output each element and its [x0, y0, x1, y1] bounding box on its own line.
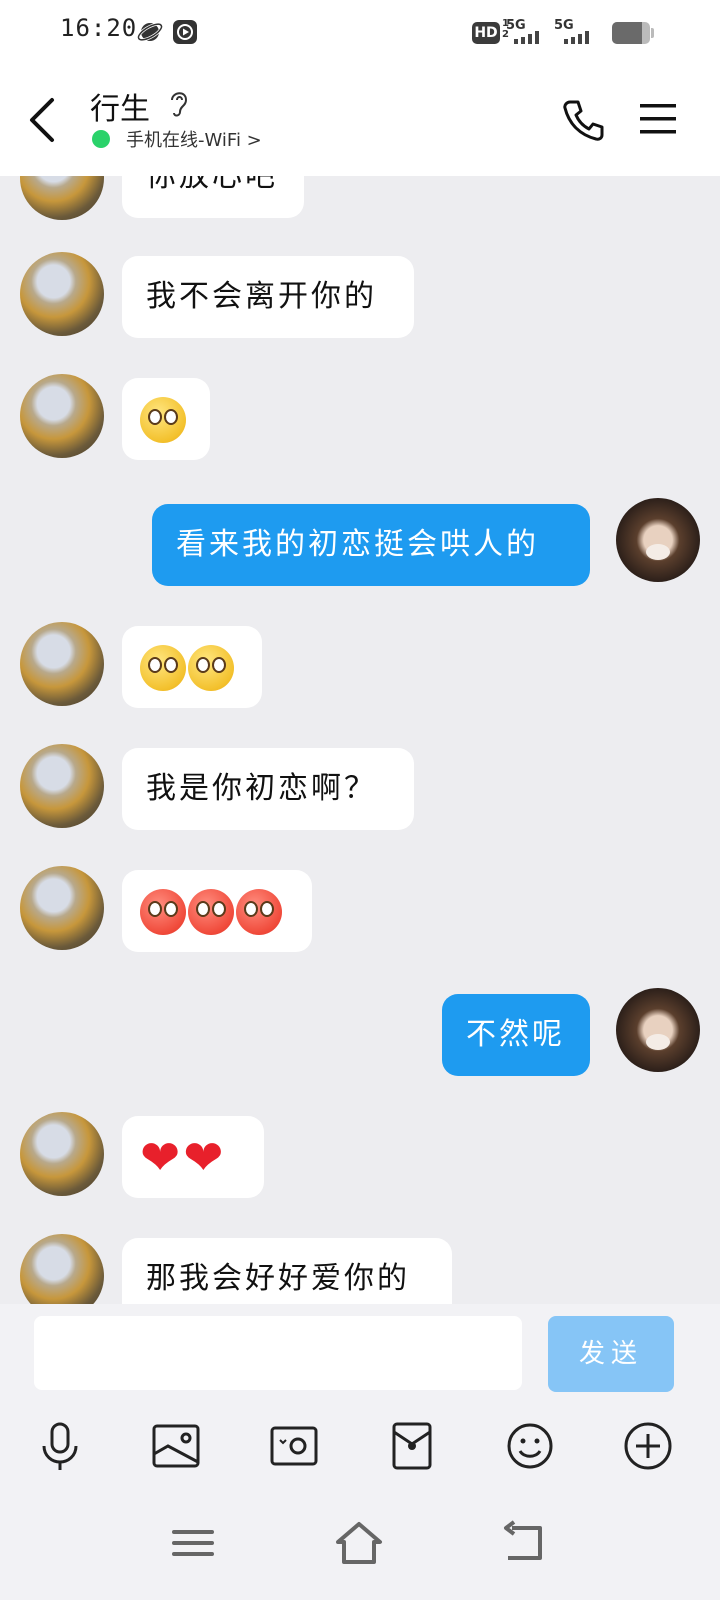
sweat-face-emoji	[236, 888, 282, 935]
emoji-icon[interactable]	[502, 1418, 558, 1474]
chat-message-list[interactable]: 你放心吧 我不会离开你的 看来我的初恋挺会哄人的 我是你初恋啊？ 不然呢 ❤❤ …	[0, 176, 720, 1326]
message-bubble[interactable]	[122, 626, 262, 708]
online-status-dot	[92, 130, 110, 148]
message-input[interactable]	[34, 1316, 522, 1390]
flushed-face-emoji	[188, 644, 234, 691]
signal-bars-icon	[564, 31, 589, 44]
contact-avatar[interactable]	[20, 176, 104, 220]
phone-call-icon[interactable]	[562, 98, 606, 142]
chat-toolbar	[0, 1404, 720, 1488]
chat-header: 行生 手机在线-WiFi >	[0, 64, 720, 176]
image-icon[interactable]	[148, 1418, 204, 1474]
contact-avatar[interactable]	[20, 866, 104, 950]
recent-apps-icon[interactable]	[168, 1518, 218, 1568]
battery-icon	[612, 22, 650, 44]
status-time: 16:20	[60, 14, 138, 42]
signal-bars-icon	[514, 31, 539, 44]
status-bar: 16:20 HD 12 5G 5G	[0, 0, 720, 64]
back-arrow-icon[interactable]	[22, 92, 62, 148]
pleading-face-emoji	[140, 396, 186, 443]
message-bubble[interactable]: ❤❤	[122, 1116, 264, 1198]
message-bubble[interactable]	[122, 378, 210, 460]
heart-emoji: ❤	[183, 1129, 227, 1186]
sweat-face-emoji	[140, 888, 186, 935]
send-button[interactable]: 发送	[548, 1316, 674, 1392]
message-bubble[interactable]	[122, 870, 312, 952]
menu-icon[interactable]	[640, 102, 676, 136]
message-bubble[interactable]: 不然呢	[442, 994, 590, 1076]
heart-emoji: ❤	[140, 1129, 184, 1186]
home-icon[interactable]	[334, 1518, 384, 1568]
flushed-face-emoji	[140, 644, 186, 691]
plus-icon[interactable]	[620, 1418, 676, 1474]
contact-avatar[interactable]	[20, 374, 104, 458]
ear-icon[interactable]	[168, 88, 190, 120]
message-bubble[interactable]: 看来我的初恋挺会哄人的	[152, 504, 590, 586]
sweat-face-emoji	[188, 888, 234, 935]
battery-fill	[612, 22, 643, 44]
contact-avatar[interactable]	[20, 252, 104, 336]
hd-badge: HD	[472, 22, 500, 44]
media-play-icon	[173, 20, 197, 44]
battery-tip	[651, 28, 654, 38]
system-navigation-bar	[0, 1488, 720, 1600]
my-avatar[interactable]	[616, 988, 700, 1072]
red-packet-icon[interactable]	[384, 1418, 440, 1474]
input-bar: 发送	[0, 1304, 720, 1404]
contact-avatar[interactable]	[20, 622, 104, 706]
camera-icon[interactable]	[266, 1418, 322, 1474]
microphone-icon[interactable]	[32, 1418, 88, 1474]
contact-name[interactable]: 行生	[90, 84, 150, 128]
my-avatar[interactable]	[616, 498, 700, 582]
planet-app-icon	[136, 22, 164, 42]
message-bubble[interactable]: 我不会离开你的	[122, 256, 414, 338]
message-bubble[interactable]: 你放心吧	[122, 176, 304, 218]
online-status[interactable]: 手机在线-WiFi >	[126, 126, 262, 152]
contact-avatar[interactable]	[20, 1112, 104, 1196]
message-bubble[interactable]: 我是你初恋啊？	[122, 748, 414, 830]
contact-avatar[interactable]	[20, 744, 104, 828]
back-nav-icon[interactable]	[500, 1518, 550, 1568]
